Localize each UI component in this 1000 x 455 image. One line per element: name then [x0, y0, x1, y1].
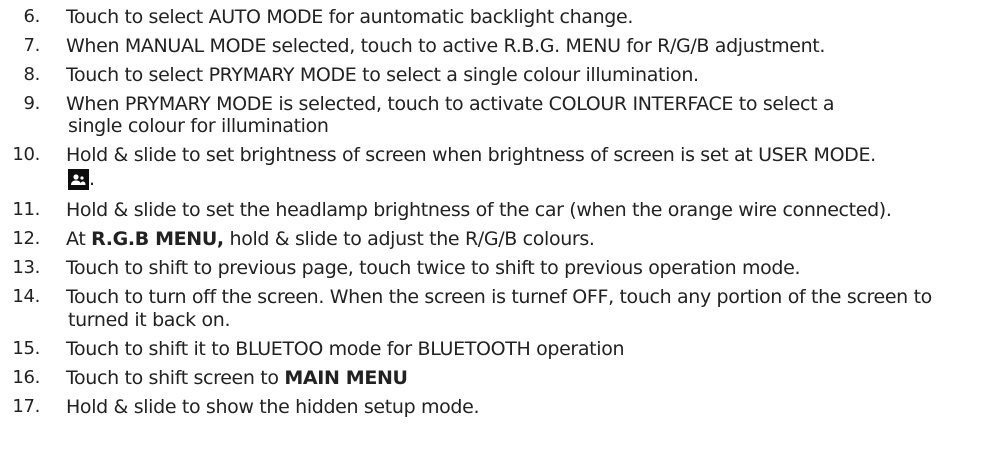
item-text: Hold & slide to show the hidden setup mo… — [66, 396, 480, 418]
item-text: When MANUAL MODE selected, touch to acti… — [66, 35, 826, 57]
item-text: Touch to select PRYMARY MODE to select a… — [66, 64, 699, 86]
item-number: 12. — [12, 228, 40, 249]
item-number: 11. — [12, 199, 40, 220]
item-text-line1: Touch to turn off the screen. When the s… — [66, 286, 932, 308]
main-menu-label: MAIN MENU — [284, 367, 408, 389]
item-text-line2: turned it back on. — [68, 309, 231, 331]
item-number: 8. — [23, 64, 41, 85]
item-number: 16. — [12, 367, 40, 388]
item-text: Hold & slide to set the headlamp brightn… — [66, 199, 892, 221]
item-number: 6. — [23, 6, 41, 27]
item-text: Touch to shift to previous page, touch t… — [66, 257, 801, 279]
item-text: Touch to shift screen to MAIN MENU — [66, 367, 408, 389]
item-text: Touch to select AUTO MODE for auntomatic… — [66, 6, 634, 28]
icon-suffix: . — [89, 168, 95, 190]
text-suffix: hold & slide to adjust the R/G/B colours… — [223, 228, 595, 250]
item-number: 14. — [12, 286, 40, 307]
item-text: Touch to shift it to BLUETOO mode for BL… — [66, 338, 625, 360]
rgb-menu-label: R.G.B MENU, — [91, 228, 224, 250]
item-number: 15. — [12, 338, 40, 359]
user-mode-icon — [68, 169, 89, 190]
item-text-line1: When PRYMARY MODE is selected, touch to … — [66, 93, 835, 115]
text-prefix: Touch to shift screen to — [66, 367, 285, 389]
item-text-line2: single colour for illumination — [68, 115, 329, 137]
item-number: 9. — [23, 93, 41, 114]
item-number: 13. — [12, 257, 40, 278]
manual-page: 6. Touch to select AUTO MODE for auntoma… — [0, 0, 1000, 455]
text-prefix: At — [66, 228, 92, 250]
item-text: At R.G.B MENU, hold & slide to adjust th… — [66, 228, 595, 250]
item-text: Hold & slide to set brightness of screen… — [66, 144, 876, 166]
item-number: 17. — [12, 396, 40, 417]
item-number: 7. — [23, 35, 41, 56]
item-number: 10. — [12, 144, 40, 165]
icon-line: . — [68, 168, 95, 190]
